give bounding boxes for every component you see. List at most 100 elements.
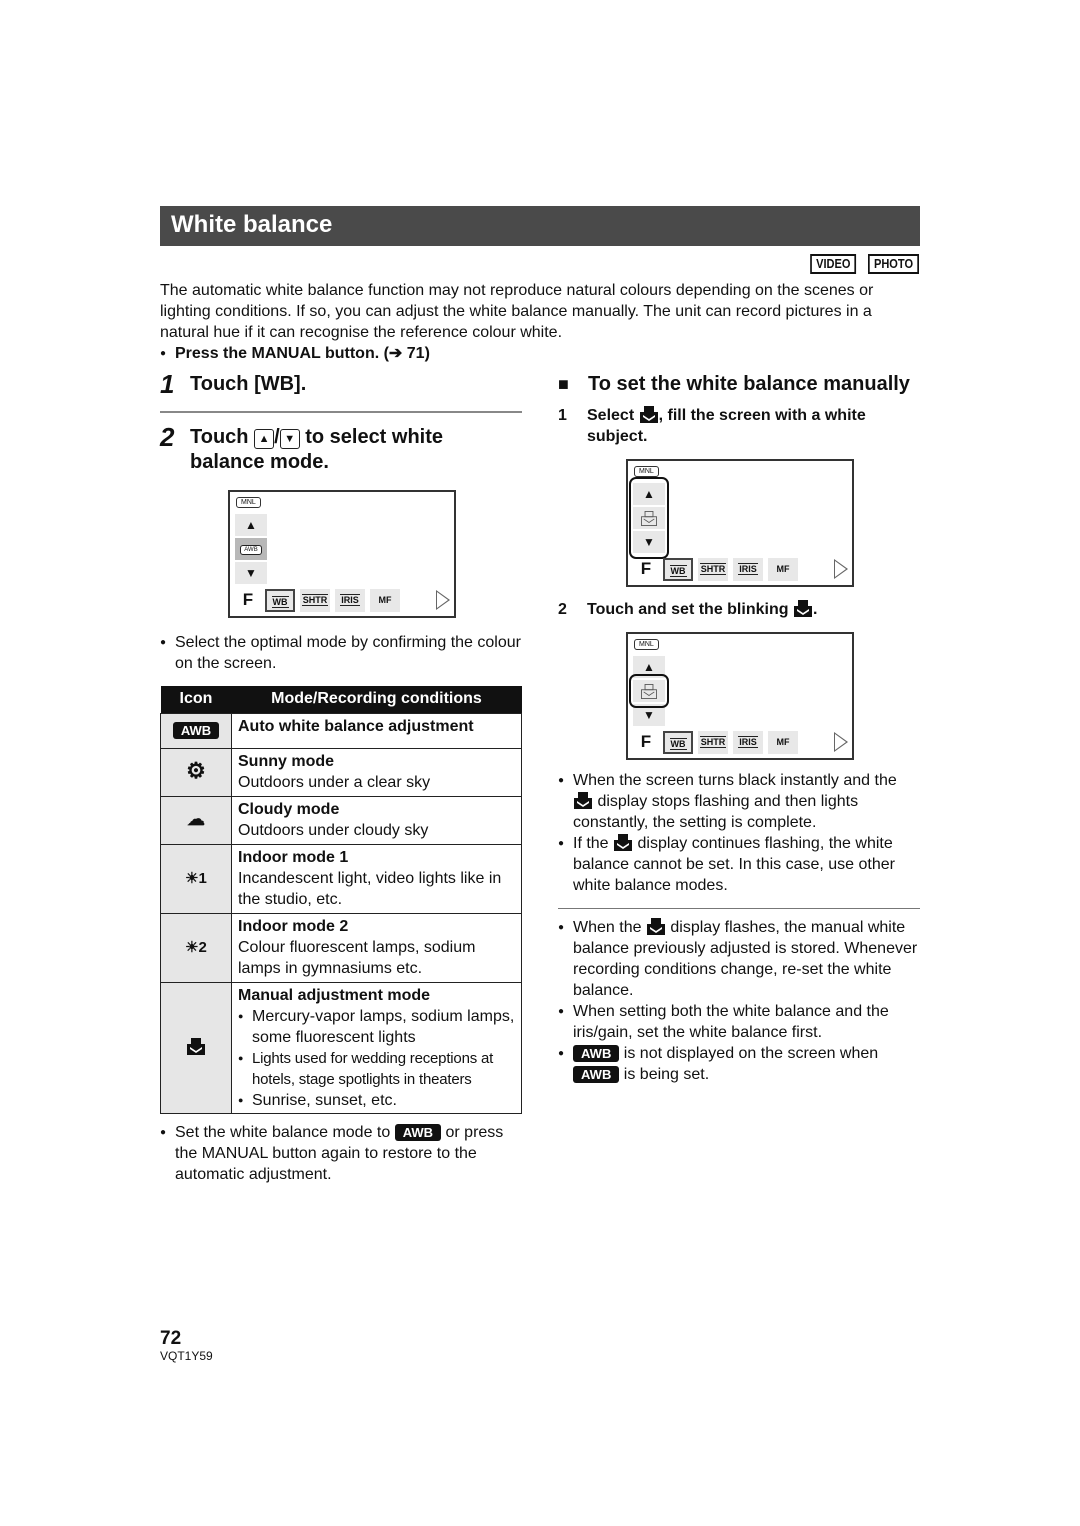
manual-step-1: 1 Select , fill the screen with a white …	[558, 406, 866, 445]
highlight-ring	[629, 674, 669, 708]
table-row: ☀1 Indoor mode 1 Incandescent light, vide…	[160, 843, 522, 914]
awb-icon: AWB	[240, 544, 262, 555]
step-text: Touch	[190, 426, 249, 448]
f-icon[interactable]: F	[634, 730, 658, 754]
f-icon[interactable]: F	[634, 557, 658, 581]
awb-icon: AWB	[573, 1066, 620, 1083]
tab-shtr[interactable]: SHTR	[698, 731, 728, 754]
left-column: 1 Touch [WB]. 2 Touch ▲ / ▼ to select whit…	[160, 369, 522, 1185]
select-mode-note: Select the optimal mode by confirming th…	[160, 632, 522, 674]
next-arrow-icon[interactable]	[834, 732, 848, 752]
document-code: VQT1Y59	[160, 1349, 213, 1363]
mode-name: Manual adjustment mode	[238, 986, 431, 1004]
cloudy-icon: ☁	[187, 809, 205, 829]
table-row: AWB Auto white balance adjustment	[160, 712, 522, 749]
tab-mf[interactable]: MF	[370, 589, 400, 612]
divider	[160, 411, 522, 413]
step-number: 1	[160, 369, 175, 399]
table-row: ⚙ Sunny mode Outdoors under a clear sky	[160, 747, 522, 797]
right-column: ■ To set the white balance manually 1 Se…	[558, 372, 920, 1085]
table-row: ☀2 Indoor mode 2 Colour fluorescent lamps…	[160, 912, 522, 983]
step-1: 1 Touch [WB].	[160, 369, 522, 399]
indoor-2-icon: ☀2	[185, 939, 207, 956]
next-arrow-icon[interactable]	[436, 590, 450, 610]
manual-wb-icon	[646, 918, 666, 935]
table-header-row: Icon Mode/Recording conditions	[160, 686, 522, 713]
tab-iris[interactable]: IRIS	[733, 558, 763, 581]
mode-name: Sunny mode	[238, 752, 335, 770]
mode-desc-item: Lights used for wedding receptions at ho…	[238, 1048, 515, 1090]
square-bullet-icon: ■	[558, 374, 569, 394]
note-item: AWB is not displayed on the screen when …	[558, 1043, 920, 1085]
mode-desc: Outdoors under cloudy sky	[238, 821, 429, 839]
lcd-screen-manual-set: MNL ▲ ▼ F WB SHTR IRIS MF	[626, 632, 854, 760]
manual-wb-heading: ■ To set the white balance manually	[558, 373, 910, 395]
note-item: When setting both the white balance and …	[558, 1001, 920, 1043]
tab-wb[interactable]: WB	[663, 731, 693, 754]
lcd-screen-manual-select: MNL ▲ ▼ F WB SHTR IRIS MF	[626, 459, 854, 587]
header-mode: Mode/Recording conditions	[231, 686, 522, 713]
tab-mf[interactable]: MF	[768, 558, 798, 581]
mode-badges: VIDEO PHOTO	[802, 254, 919, 274]
divider	[558, 908, 920, 909]
awb-icon: AWB	[573, 1045, 620, 1062]
table-row: ☁ Cloudy mode Outdoors under cloudy sky	[160, 795, 522, 845]
tab-wb[interactable]: WB	[663, 558, 693, 581]
manual-wb-icon	[613, 834, 633, 851]
page-number: 72	[160, 1328, 182, 1349]
note-item: If the display continues flashing, the w…	[558, 833, 920, 896]
step-number: 1	[558, 407, 567, 424]
sunny-icon: ⚙	[186, 758, 206, 783]
mnl-indicator: MNL	[634, 466, 659, 477]
manual-step-2: 2 Touch and set the blinking .	[558, 600, 818, 618]
tab-shtr[interactable]: SHTR	[300, 589, 330, 612]
step-text: Touch [WB].	[190, 373, 307, 395]
mode-desc-item: Sunrise, sunset, etc.	[238, 1090, 515, 1111]
down-arrow-key-icon: ▼	[279, 429, 300, 449]
photo-mode-badge: PHOTO	[868, 254, 919, 274]
note-item: When the screen turns black instantly an…	[558, 770, 920, 833]
mode-name: Indoor mode 1	[238, 848, 349, 866]
additional-notes: When the display flashes, the manual whi…	[558, 917, 920, 1085]
mode-desc: Outdoors under a clear sky	[238, 773, 431, 791]
mode-name: Auto white balance adjustment	[238, 717, 474, 735]
setting-notes: When the screen turns black instantly an…	[558, 770, 920, 896]
tab-iris[interactable]: IRIS	[733, 731, 763, 754]
header-icon: Icon	[160, 686, 232, 713]
mode-desc: Colour fluorescent lamps, sodium lamps i…	[238, 938, 476, 977]
tab-wb[interactable]: WB	[265, 589, 295, 612]
awb-icon: AWB	[394, 1123, 442, 1141]
next-arrow-icon[interactable]	[834, 559, 848, 579]
up-arrow-button[interactable]: ▲	[235, 514, 267, 536]
indoor-1-icon: ☀1	[185, 870, 207, 887]
wb-mode-button[interactable]: AWB	[235, 538, 267, 560]
mode-name: Indoor mode 2	[238, 917, 349, 935]
step-number: 2	[160, 422, 175, 452]
tab-iris[interactable]: IRIS	[335, 589, 365, 612]
manual-wb-icon	[573, 792, 593, 809]
white-balance-mode-table: Icon Mode/Recording conditions AWB Auto …	[160, 686, 522, 1114]
step-number: 2	[558, 601, 567, 618]
page-title: White balance	[160, 206, 920, 246]
table-row: Manual adjustment mode Mercury-vapor lam…	[160, 981, 522, 1114]
video-mode-badge: VIDEO	[809, 254, 856, 274]
down-arrow-button[interactable]: ▼	[235, 562, 267, 584]
mode-name: Cloudy mode	[238, 800, 340, 818]
up-arrow-key-icon: ▲	[254, 429, 275, 449]
mnl-indicator: MNL	[634, 639, 659, 650]
mode-desc: Incandescent light, video lights like in…	[238, 869, 502, 908]
lcd-screen-wb-select: MNL ▲ AWB ▼ F WB SHTR IRIS MF	[228, 490, 456, 618]
tab-mf[interactable]: MF	[768, 731, 798, 754]
step-2: 2 Touch ▲ / ▼ to select white balance mode…	[160, 422, 444, 473]
press-manual-note: Press the MANUAL button. (➔ 71)	[160, 343, 920, 364]
manual-wb-icon	[639, 406, 659, 423]
manual-wb-icon	[793, 600, 813, 617]
mode-desc-item: Mercury-vapor lamps, sodium lamps, some …	[238, 1006, 515, 1048]
highlight-ring	[629, 477, 669, 559]
note-item: When the display flashes, the manual whi…	[558, 917, 920, 1001]
intro-section: The automatic white balance function may…	[160, 280, 920, 364]
awb-icon: AWB	[172, 722, 220, 739]
mnl-indicator: MNL	[236, 497, 261, 508]
f-icon[interactable]: F	[236, 588, 260, 612]
tab-shtr[interactable]: SHTR	[698, 558, 728, 581]
